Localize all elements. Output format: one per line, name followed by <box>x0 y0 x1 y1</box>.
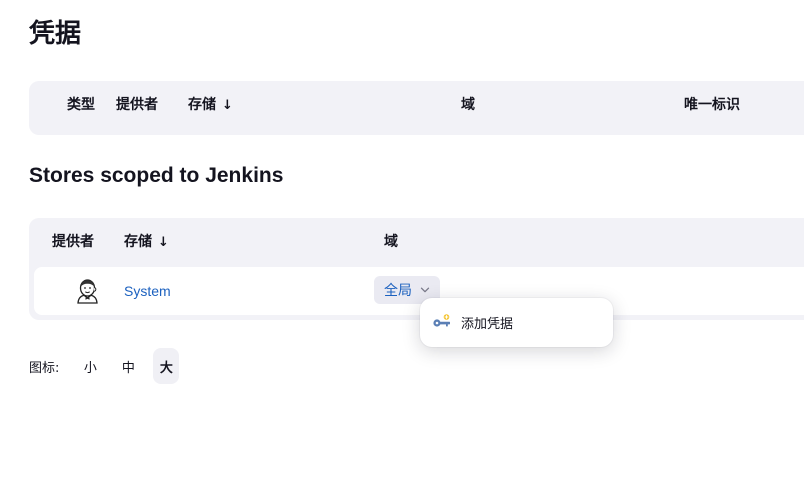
domain-dropdown-menu: 添加凭据 <box>420 298 613 347</box>
chevron-down-icon <box>420 287 430 293</box>
stores-column-header-store-label: 存储 <box>124 234 152 250</box>
column-header-provider[interactable]: 提供者 <box>116 95 158 115</box>
icon-size-small[interactable]: 小 <box>77 348 103 384</box>
stores-column-header-provider[interactable]: 提供者 <box>52 232 94 252</box>
stores-table: 提供者 存储 ↓ 域 System 全局 <box>29 218 804 320</box>
store-link-system[interactable]: System <box>124 281 171 301</box>
stores-column-header-store[interactable]: 存储 ↓ <box>124 232 169 253</box>
key-icon <box>433 314 450 327</box>
domain-label: 全局 <box>384 283 412 299</box>
icon-size-medium[interactable]: 中 <box>115 348 141 384</box>
icon-size-label: 图标: <box>29 360 60 376</box>
section-title-stores: Stores scoped to Jenkins <box>29 164 284 187</box>
menu-item-add-credentials[interactable]: 添加凭据 <box>432 310 513 334</box>
menu-item-label: 添加凭据 <box>461 316 514 332</box>
column-header-store[interactable]: 存储 ↓ <box>188 95 233 116</box>
credentials-table-header: 类型 提供者 存储 ↓ 域 唯一标识 <box>29 81 804 135</box>
column-header-id[interactable]: 唯一标识 <box>684 95 740 115</box>
jenkins-avatar-icon <box>77 279 98 304</box>
icon-size-large[interactable]: 大 <box>153 348 180 384</box>
sort-arrow-down-icon: ↓ <box>222 98 233 113</box>
column-header-store-label: 存储 <box>188 97 216 113</box>
column-header-domain[interactable]: 域 <box>461 95 475 115</box>
table-row: System 全局 <box>34 267 804 315</box>
stores-column-header-domain[interactable]: 域 <box>384 232 398 252</box>
page-title: 凭据 <box>29 19 82 49</box>
sort-arrow-down-icon: ↓ <box>158 235 169 250</box>
icon-size-legend: 图标: 小 中 大 <box>29 348 191 384</box>
column-header-type[interactable]: 类型 <box>67 95 95 115</box>
